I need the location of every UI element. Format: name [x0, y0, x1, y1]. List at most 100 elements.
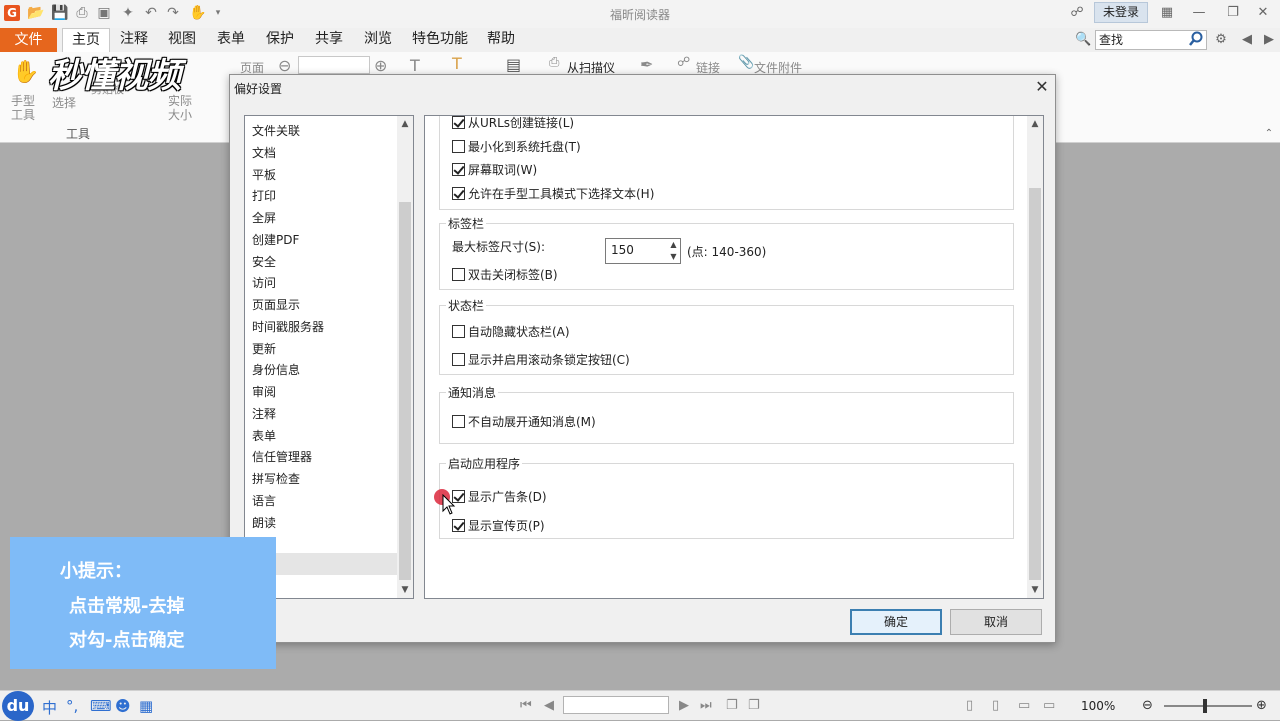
checkbox[interactable] [452, 186, 465, 200]
text-highlight-icon[interactable]: T [452, 54, 462, 73]
category-item[interactable]: 文件关联 [252, 122, 300, 139]
text-fit-icon[interactable]: T [410, 56, 420, 75]
checkbox[interactable] [452, 324, 465, 338]
menu-protect[interactable]: 保护 [266, 28, 294, 52]
category-item[interactable]: 拼写检查 [252, 470, 300, 487]
hand-tool-icon[interactable]: ✋ [12, 60, 39, 85]
ime-menu-icon[interactable]: ▦ [139, 697, 153, 715]
category-item[interactable]: 时间戳服务器 [252, 318, 324, 335]
folder-search-icon[interactable]: 🔍 [1075, 32, 1091, 48]
scroll-thumb[interactable] [1029, 188, 1041, 580]
scanner-icon[interactable]: ⎙ [549, 55, 559, 70]
actual-size-label[interactable]: 实际 大小 [168, 94, 192, 122]
zoom-in-icon[interactable]: ⊕ [374, 56, 387, 75]
continuous-facing-icon[interactable]: ▭ [1043, 698, 1055, 713]
skin-icon[interactable]: ☍ [1066, 3, 1088, 23]
search-icon[interactable] [1188, 31, 1204, 47]
option-show-ad-bar[interactable]: 显示广告条(D) [452, 488, 547, 504]
option-minimize-tray[interactable]: 最小化到系统托盘(T) [452, 138, 581, 154]
dialog-close-icon[interactable]: ✕ [1033, 78, 1051, 96]
scroll-thumb[interactable] [399, 202, 411, 580]
category-item[interactable]: 审阅 [252, 383, 276, 400]
ribbon-collapse-icon[interactable]: ⌃ [1258, 124, 1280, 144]
hand-tool-label[interactable]: 手型 工具 [11, 94, 35, 122]
login-button[interactable]: 未登录 [1094, 2, 1148, 23]
max-tab-size-value[interactable]: 150 [611, 243, 634, 257]
category-scrollbar[interactable]: ▲ ▼ [397, 116, 413, 598]
minimize-icon[interactable]: — [1188, 3, 1210, 23]
next-page-icon[interactable]: ▶ [679, 698, 689, 713]
menu-share[interactable]: 共享 [315, 28, 343, 52]
page-number-input[interactable] [563, 696, 669, 714]
category-item[interactable]: 安全 [252, 253, 276, 270]
layout-grid-icon[interactable]: ▦ [1156, 3, 1178, 23]
checkbox[interactable] [452, 162, 465, 176]
option-no-auto-expand[interactable]: 不自动展开通知消息(M) [452, 413, 596, 429]
zoom-select[interactable] [298, 56, 370, 74]
category-item[interactable]: 全屏 [252, 209, 276, 226]
menu-form[interactable]: 表单 [217, 28, 245, 52]
category-item[interactable]: 创建PDF [252, 231, 299, 248]
ime-lang[interactable]: 中 [42, 697, 57, 718]
option-double-click-close[interactable]: 双击关闭标签(B) [452, 266, 558, 282]
stepper-up-icon[interactable]: ▲ [667, 239, 680, 251]
category-item[interactable]: 打印 [252, 187, 276, 204]
checkbox[interactable] [452, 352, 465, 366]
category-item[interactable]: 注释 [252, 405, 276, 422]
close-window-icon[interactable]: ✕ [1252, 3, 1274, 23]
nav-forward-icon[interactable]: ▶ [1258, 30, 1280, 50]
checkbox[interactable] [452, 116, 465, 129]
cancel-button[interactable]: 取消 [950, 609, 1042, 635]
prev-view-icon[interactable]: ❐ [726, 698, 738, 713]
option-auto-hide-status[interactable]: 自动隐藏状态栏(A) [452, 323, 570, 339]
option-hand-select-text[interactable]: 允许在手型工具模式下选择文本(H) [452, 185, 654, 201]
ok-button[interactable]: 确定 [850, 609, 942, 635]
option-create-links[interactable]: 从URLs创建链接(L) [452, 116, 574, 130]
category-list[interactable]: 文件关联 文档 平板 打印 全屏 创建PDF 安全 访问 页面显示 时间戳服务器 更新 身份信息 审阅注… [244, 115, 414, 599]
menu-browse[interactable]: 浏览 [364, 28, 392, 52]
checkbox[interactable] [452, 414, 465, 428]
scroll-up-icon[interactable]: ▲ [1027, 116, 1043, 132]
zoom-slider[interactable] [1164, 705, 1252, 707]
last-page-icon[interactable]: ⏭ [700, 698, 712, 713]
continuous-page-icon[interactable]: ▯ [992, 698, 999, 713]
menu-features[interactable]: 特色功能 [412, 28, 468, 52]
category-item[interactable]: 文档 [252, 144, 276, 161]
nav-back-icon[interactable]: ◀ [1236, 30, 1258, 50]
link-icon[interactable]: ☍ [677, 55, 690, 70]
settings-scrollbar[interactable]: ▲ ▼ [1027, 116, 1043, 598]
zoom-level[interactable]: 100% [1081, 699, 1115, 713]
category-item[interactable]: 更新 [252, 340, 276, 357]
ime-user-icon[interactable]: ☻ [115, 697, 131, 715]
checkbox[interactable] [452, 267, 465, 281]
facing-page-icon[interactable]: ▭ [1018, 698, 1030, 713]
single-page-icon[interactable]: ▯ [966, 698, 973, 713]
checkbox[interactable] [452, 518, 465, 532]
sign-pen-icon[interactable]: ✒ [640, 55, 653, 74]
option-show-promo-page[interactable]: 显示宣传页(P) [452, 517, 545, 533]
baidu-ime-logo[interactable]: du [2, 691, 34, 721]
attachment-icon[interactable]: 📎 [738, 55, 754, 70]
category-item[interactable]: 身份信息 [252, 361, 300, 378]
ime-keyboard-icon[interactable]: ⌨ [90, 697, 112, 715]
zoom-out-icon[interactable]: ⊖ [1142, 698, 1153, 713]
option-scroll-lock-button[interactable]: 显示并启用滚动条锁定按钮(C) [452, 351, 630, 367]
option-screen-word[interactable]: 屏幕取词(W) [452, 161, 537, 177]
category-item[interactable]: 平板 [252, 166, 276, 183]
create-pdf-icon[interactable]: ▤ [506, 55, 521, 74]
category-item[interactable]: 朗读 [252, 514, 276, 531]
restore-icon[interactable]: ❐ [1222, 3, 1244, 23]
zoom-out-icon[interactable]: ⊖ [278, 56, 291, 75]
category-item[interactable]: 访问 [252, 274, 276, 291]
prev-page-icon[interactable]: ◀ [544, 698, 554, 713]
category-item[interactable]: 信任管理器 [252, 448, 312, 465]
category-item[interactable]: 语言 [252, 492, 276, 509]
first-page-icon[interactable]: ⏮ [520, 698, 532, 713]
category-item[interactable]: 表单 [252, 427, 276, 444]
settings-gear-icon[interactable]: ⚙ [1210, 30, 1232, 50]
scroll-down-icon[interactable]: ▼ [1027, 582, 1043, 598]
max-tab-size-stepper[interactable]: 150 ▲ ▼ [605, 238, 681, 264]
menu-help[interactable]: 帮助 [487, 28, 515, 52]
zoom-in-icon[interactable]: ⊕ [1256, 698, 1267, 713]
checkbox[interactable] [452, 139, 465, 153]
